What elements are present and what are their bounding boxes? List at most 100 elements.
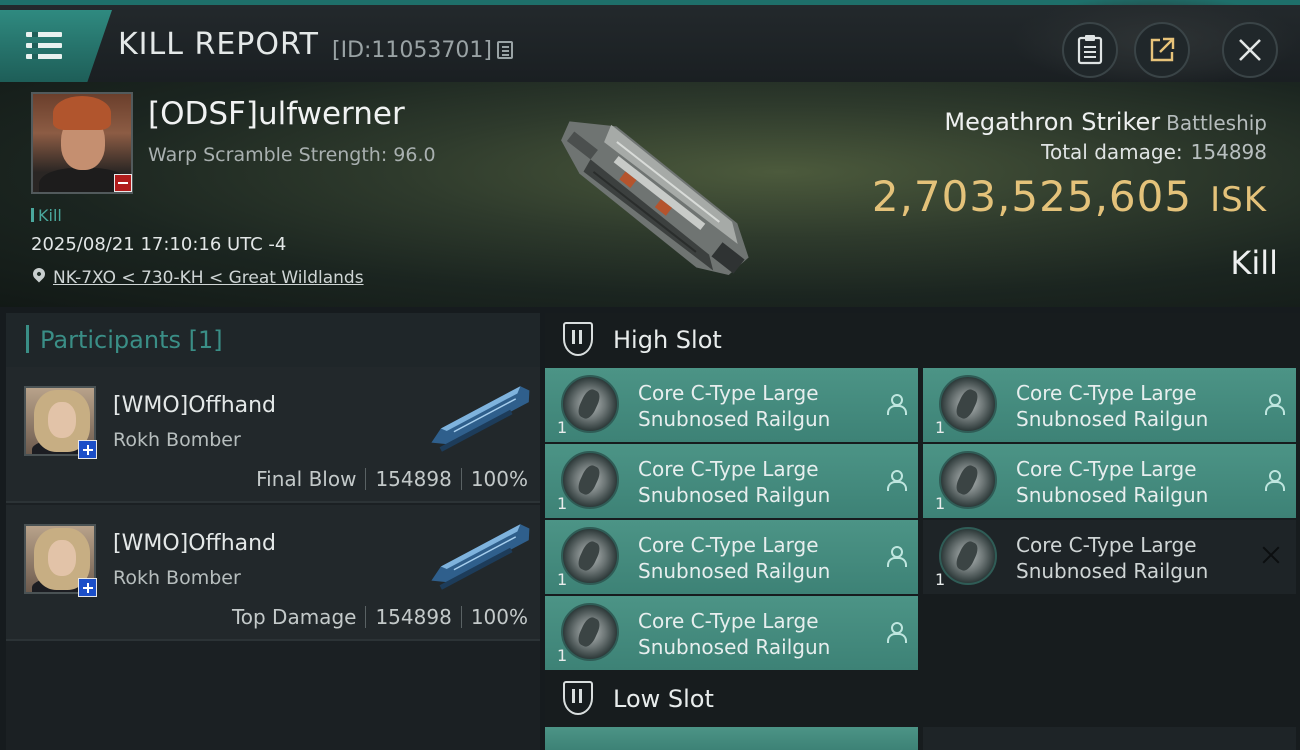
participants-header: Participants [1] — [6, 313, 540, 367]
module-item-partial[interactable] — [923, 727, 1296, 750]
participants-panel: Participants [1] [WMO]Offhand Rokh Bombe… — [6, 313, 540, 750]
module-quantity: 1 — [935, 570, 946, 589]
participant-role: Final Blow — [256, 467, 357, 491]
module-name: Core C-Type Large Snubnosed Railgun — [638, 532, 830, 584]
ally-badge-icon — [78, 578, 97, 597]
page-title: KILL REPORT — [118, 27, 319, 62]
participant-role: Top Damage — [231, 605, 357, 629]
menu-button[interactable] — [0, 10, 112, 82]
high-slot-header: High Slot — [545, 313, 1300, 367]
total-damage: Total damage: 154898 — [1041, 140, 1267, 164]
close-icon — [1239, 39, 1261, 61]
ship-name-text: Megathron Striker — [944, 108, 1161, 136]
module-quantity: 1 — [557, 570, 568, 589]
participant-row[interactable]: [WMO]Offhand Rokh Bomber Top Damage 15489… — [6, 505, 540, 641]
module-item[interactable]: 1 Core C-Type Large Snubnosed Railgun — [545, 444, 918, 518]
module-name: Core C-Type Large Snubnosed Railgun — [638, 608, 830, 660]
total-damage-label: Total damage: — [1041, 140, 1183, 164]
kill-datetime: 2025/08/21 17:10:16 UTC -4 — [31, 234, 287, 255]
victim-ship-name[interactable]: Megathron Striker Battleship — [944, 108, 1267, 136]
fitting-panel: High Slot 1 Core C-Type Large Snubnosed R… — [545, 313, 1300, 750]
module-name-line2: Snubnosed Railgun — [638, 407, 831, 431]
module-name-line1: Core C-Type Large — [638, 457, 819, 481]
module-quantity: 1 — [557, 494, 568, 513]
location-pin-icon — [30, 265, 48, 283]
module-item[interactable]: 1 Core C-Type Large Snubnosed Railgun — [545, 596, 918, 670]
pilot-icon — [1264, 394, 1285, 415]
module-name: Core C-Type Large Snubnosed Railgun — [1016, 532, 1208, 584]
participants-title: Participants [1] — [40, 326, 223, 354]
module-name: Core C-Type Large Snubnosed Railgun — [638, 380, 830, 432]
railgun-module-icon — [939, 451, 997, 509]
pilot-icon — [886, 394, 907, 415]
low-slot-title: Low Slot — [613, 685, 714, 713]
copy-icon[interactable] — [497, 41, 513, 59]
victim-name[interactable]: [ODSF]ulfwerner — [148, 96, 405, 132]
kill-tag: Kill — [31, 206, 62, 225]
participant-ship: Rokh Bomber — [113, 429, 241, 451]
railgun-module-icon — [939, 527, 997, 585]
ally-badge-icon — [78, 440, 97, 459]
railgun-module-icon — [561, 527, 619, 585]
module-item-partial[interactable] — [545, 727, 918, 750]
participant-name[interactable]: [WMO]Offhand — [113, 531, 276, 556]
kill-report-window: KILL REPORT [ID:11053701] [ODSF]ulfwerne… — [0, 0, 1300, 750]
module-item[interactable]: 1 Core C-Type Large Snubnosed Railgun — [545, 368, 918, 442]
clipboard-button[interactable] — [1062, 22, 1118, 78]
module-name-line1: Core C-Type Large — [1016, 381, 1197, 405]
warp-scramble-strength: Warp Scramble Strength: 96.0 — [148, 144, 436, 166]
module-name-line1: Core C-Type Large — [638, 381, 819, 405]
export-icon — [1150, 37, 1175, 62]
module-item[interactable]: 1 Core C-Type Large Snubnosed Railgun — [923, 444, 1296, 518]
header-bar: KILL REPORT [ID:11053701] — [0, 0, 1300, 87]
participant-percent: 100% — [470, 467, 528, 491]
report-id: [ID:11053701] — [332, 38, 492, 63]
isk-unit: ISK — [1210, 180, 1267, 220]
participant-ship-image — [431, 524, 530, 590]
low-slot-header: Low Slot — [545, 672, 1300, 726]
module-name: Core C-Type Large Snubnosed Railgun — [1016, 380, 1208, 432]
high-slot-icon — [563, 322, 593, 356]
pilot-icon — [886, 622, 907, 643]
module-quantity: 1 — [935, 494, 946, 513]
module-name-line2: Snubnosed Railgun — [638, 635, 831, 659]
module-quantity: 1 — [935, 418, 946, 437]
railgun-module-icon — [561, 451, 619, 509]
export-button[interactable] — [1134, 22, 1190, 78]
participant-percent: 100% — [470, 605, 528, 629]
participant-stats: Top Damage 154898 100% — [232, 605, 528, 629]
participant-row[interactable]: [WMO]Offhand Rokh Bomber Final Blow 15489… — [6, 367, 540, 503]
high-slot-title: High Slot — [613, 326, 722, 354]
pilot-icon — [1264, 470, 1285, 491]
low-slot-icon — [563, 681, 593, 715]
pilot-icon — [886, 546, 907, 567]
railgun-module-icon — [561, 375, 619, 433]
isk-value: 2,703,525,605 ISK — [872, 172, 1267, 221]
destroyed-x-icon — [1260, 544, 1282, 566]
railgun-module-icon — [561, 603, 619, 661]
module-name-line1: Core C-Type Large — [1016, 533, 1197, 557]
railgun-module-icon — [939, 375, 997, 433]
clipboard-icon — [1077, 35, 1103, 65]
module-item[interactable]: 1 Core C-Type Large Snubnosed Railgun — [545, 520, 918, 594]
module-name-line1: Core C-Type Large — [638, 533, 819, 557]
module-name-line2: Snubnosed Railgun — [1016, 559, 1209, 583]
victim-banner: [ODSF]ulfwerner Warp Scramble Strength: … — [0, 82, 1300, 307]
module-quantity: 1 — [557, 646, 568, 665]
module-name-line2: Snubnosed Railgun — [638, 559, 831, 583]
participant-damage: 154898 — [375, 467, 452, 491]
total-damage-value: 154898 — [1190, 140, 1267, 164]
module-name-line2: Snubnosed Railgun — [1016, 407, 1209, 431]
participant-ship: Rokh Bomber — [113, 567, 241, 589]
isk-amount: 2,703,525,605 — [871, 172, 1193, 221]
participant-name[interactable]: [WMO]Offhand — [113, 393, 276, 418]
module-name-line2: Snubnosed Railgun — [638, 483, 831, 507]
location-link[interactable]: NK-7XO < 730-KH < Great Wildlands — [53, 268, 364, 288]
pilot-icon — [886, 470, 907, 491]
module-name-line2: Snubnosed Railgun — [1016, 483, 1209, 507]
participant-damage: 154898 — [375, 605, 452, 629]
module-item[interactable]: 1 Core C-Type Large Snubnosed Railgun — [923, 368, 1296, 442]
module-item-destroyed[interactable]: 1 Core C-Type Large Snubnosed Railgun — [923, 520, 1296, 594]
close-button[interactable] — [1222, 22, 1278, 78]
ship-class-text: Battleship — [1166, 111, 1267, 135]
